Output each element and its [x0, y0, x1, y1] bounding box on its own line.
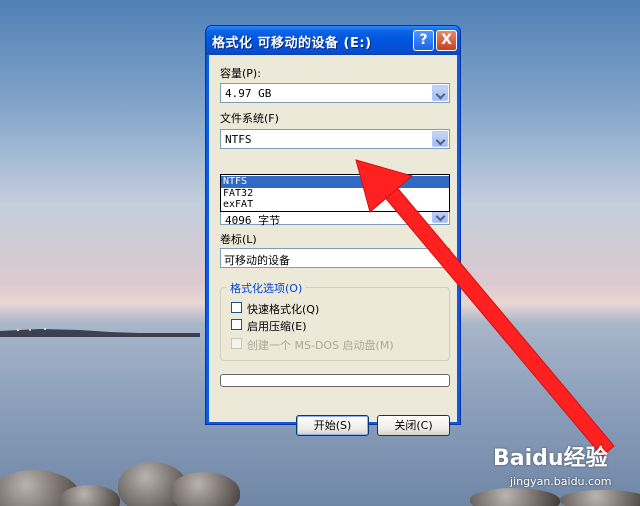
watermark-url: jingyan.baidu.com: [510, 475, 612, 488]
baidu-watermark: Baidu经验: [493, 446, 608, 471]
arrow-shaft: [371, 171, 615, 457]
annotation-arrow: [355, 159, 615, 457]
